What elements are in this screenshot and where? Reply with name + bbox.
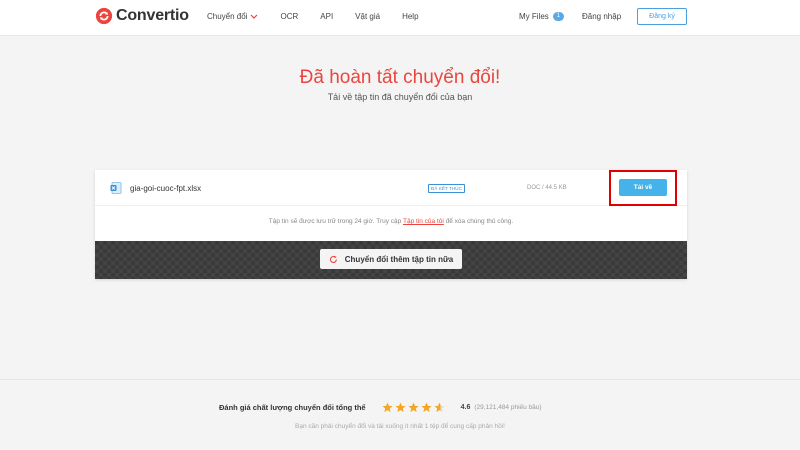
nav-item-label: API bbox=[320, 12, 334, 21]
my-files-link[interactable]: My Files 1 bbox=[519, 12, 565, 21]
rating-stars[interactable] bbox=[382, 402, 447, 413]
nav-item-label: Help bbox=[402, 12, 419, 21]
star-icon[interactable] bbox=[382, 402, 393, 413]
page-subtitle: Tải về tập tin đã chuyển đổi của bạn bbox=[327, 92, 473, 102]
main-nav: Chuyển đổi OCR API Vật giá Help bbox=[207, 12, 441, 21]
refresh-icon bbox=[329, 255, 337, 263]
file-name: gia-goi-cuoc-fpt.xlsx bbox=[130, 184, 202, 193]
excel-file-icon bbox=[110, 182, 122, 194]
signup-button[interactable]: Đăng ký bbox=[637, 8, 687, 25]
nav-item-pricing[interactable]: Vật giá bbox=[355, 12, 380, 21]
convert-more-button[interactable]: Chuyển đổi thêm tập tin nữa bbox=[320, 249, 462, 269]
nav-item-api[interactable]: API bbox=[320, 12, 333, 21]
my-files-label: My Files bbox=[519, 12, 549, 21]
file-size: DOC / 44.5 KB bbox=[527, 185, 567, 191]
storage-note-text-end: để xóa chúng thủ công. bbox=[443, 218, 514, 225]
storage-note: Tập tin sẽ được lưu trữ trong 24 giờ. Tr… bbox=[95, 218, 687, 225]
nav-item-label: Vật giá bbox=[355, 12, 381, 21]
logo[interactable]: Convertio bbox=[95, 7, 189, 25]
rating-count: (29,121,484 phiếu bầu) bbox=[474, 404, 542, 411]
half-star-icon[interactable] bbox=[434, 402, 445, 413]
star-icon[interactable] bbox=[421, 402, 432, 413]
file-row: gia-goi-cuoc-fpt.xlsx ĐÃ KẾT THÚC DOC / … bbox=[95, 170, 687, 206]
nav-item-label: Chuyển đổi bbox=[207, 12, 248, 21]
rating-label: Đánh giá chất lượng chuyển đổi tổng thể bbox=[219, 403, 366, 412]
nav-item-convert[interactable]: Chuyển đổi bbox=[207, 12, 258, 21]
rating-value: 4.6 bbox=[460, 404, 471, 411]
convert-more-label: Chuyển đổi thêm tập tin nữa bbox=[344, 254, 454, 264]
convert-more-area: Chuyển đổi thêm tập tin nữa bbox=[95, 241, 687, 279]
star-icon[interactable] bbox=[395, 402, 406, 413]
storage-note-text: Tập tin sẽ được lưu trữ trong 24 giờ. Tr… bbox=[268, 218, 403, 225]
page-title: Đã hoàn tất chuyển đổi! bbox=[299, 67, 501, 88]
logo-text: Convertio bbox=[116, 7, 189, 24]
my-files-count-badge: 1 bbox=[552, 12, 565, 21]
status-badge: ĐÃ KẾT THÚC bbox=[428, 184, 465, 193]
top-header: Convertio Chuyển đổi OCR API Vật giá Hel… bbox=[0, 0, 800, 36]
nav-item-help[interactable]: Help bbox=[402, 12, 418, 21]
chevron-down-icon bbox=[251, 14, 258, 19]
nav-item-label: OCR bbox=[280, 12, 299, 21]
star-icon[interactable] bbox=[408, 402, 419, 413]
my-files-note-link[interactable]: Tập tin của tôi bbox=[403, 218, 444, 225]
convertio-logo-icon bbox=[95, 7, 113, 25]
conversion-result-card: gia-goi-cuoc-fpt.xlsx ĐÃ KẾT THÚC DOC / … bbox=[95, 170, 687, 279]
login-link[interactable]: Đăng nhập bbox=[582, 12, 621, 21]
download-button[interactable]: Tải về bbox=[619, 179, 667, 196]
rating-row: Đánh giá chất lượng chuyển đổi tổng thể … bbox=[219, 402, 542, 413]
feedback-note: Bạn cần phải chuyển đổi và tải xuống ít … bbox=[295, 423, 505, 430]
rating-footer: Đánh giá chất lượng chuyển đổi tổng thể … bbox=[0, 379, 800, 450]
nav-item-ocr[interactable]: OCR bbox=[280, 12, 298, 21]
